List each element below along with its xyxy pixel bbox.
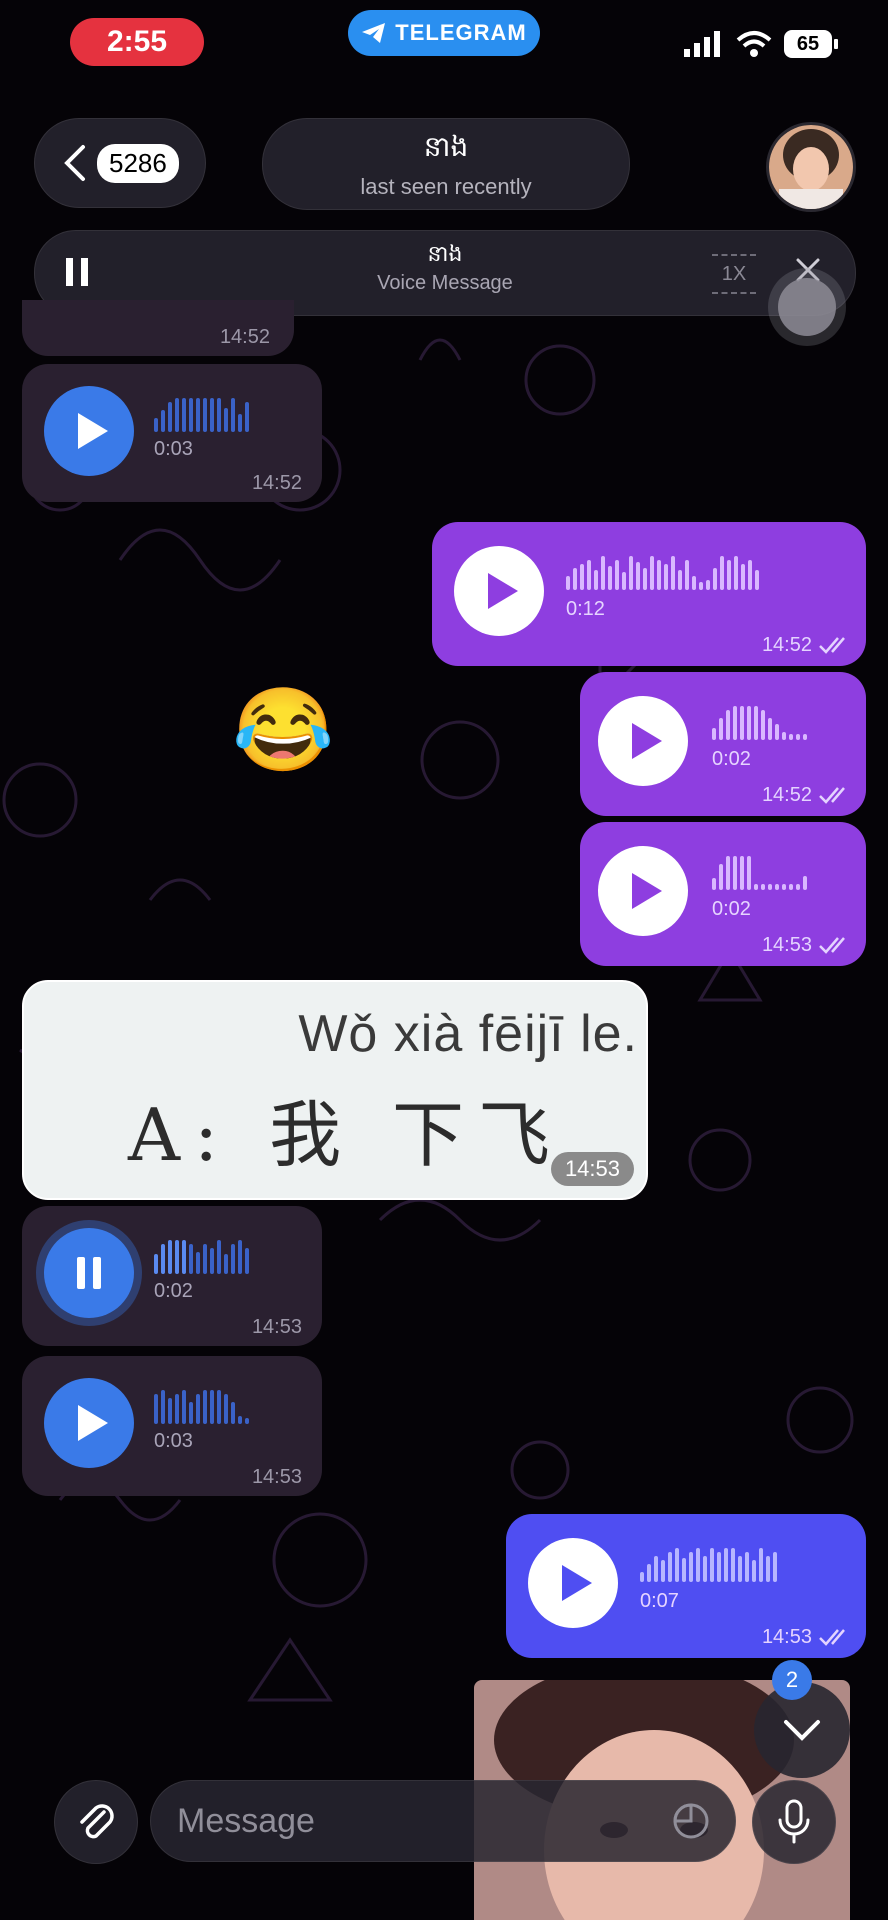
player-subtitle: Voice Message (377, 272, 513, 294)
play-icon (488, 573, 518, 609)
message-time: 14:53 (761, 934, 812, 956)
pause-button[interactable] (44, 1228, 134, 1318)
battery-indicator: 65 (784, 30, 838, 58)
read-check-icon (819, 937, 845, 954)
back-button[interactable]: 5286 (34, 118, 206, 208)
message-time: 14:52 (761, 784, 812, 806)
signal-icon (684, 31, 720, 57)
voice-message-incoming[interactable]: 0:03 14:53 (22, 1356, 322, 1496)
microphone-icon (778, 1799, 810, 1844)
assistive-touch-button[interactable] (778, 278, 836, 336)
play-button[interactable] (44, 1378, 134, 1468)
voice-message-outgoing[interactable]: 0:02 14:52 (580, 672, 866, 816)
contact-name: នាង (423, 130, 469, 162)
app-label: TELEGRAM (395, 20, 527, 45)
read-check-icon (819, 787, 845, 804)
sticker-icon[interactable] (671, 1801, 711, 1841)
battery-level: 65 (796, 32, 820, 55)
message-time: 14:52 (761, 634, 812, 656)
message-time: 14:53 (251, 1316, 302, 1338)
voice-duration: 0:07 (640, 1590, 679, 1612)
pause-icon (77, 1257, 101, 1289)
play-button[interactable] (598, 846, 688, 936)
message-time: 14:53 (550, 1152, 634, 1186)
play-icon (78, 1405, 108, 1441)
message-time: 14:52 (251, 472, 302, 494)
voice-duration: 0:03 (154, 438, 193, 460)
chevron-left-icon (64, 145, 85, 181)
status-time: 2:55 (106, 25, 168, 58)
play-icon (632, 723, 662, 759)
wifi-icon (736, 31, 772, 57)
voice-duration: 0:02 (712, 898, 751, 920)
play-icon (562, 1565, 592, 1601)
avatar[interactable] (766, 122, 856, 212)
chevron-down-icon (784, 1720, 820, 1741)
emoji-message[interactable]: 😂 (232, 690, 334, 772)
message-time: 14:53 (251, 1466, 302, 1488)
play-button[interactable] (528, 1538, 618, 1628)
waveform[interactable] (712, 706, 807, 740)
voice-message-incoming[interactable]: 0:03 14:52 (22, 364, 322, 502)
paperclip-icon (80, 1804, 114, 1839)
play-button[interactable] (598, 696, 688, 786)
waveform[interactable] (566, 556, 759, 590)
voice-duration: 0:12 (566, 598, 605, 620)
waveform[interactable] (154, 1240, 249, 1274)
unread-count-badge: 5286 (97, 143, 179, 183)
play-icon (632, 873, 662, 909)
voice-message-outgoing[interactable]: 0:02 14:53 (580, 822, 866, 966)
pause-icon[interactable] (62, 252, 92, 292)
waveform[interactable] (154, 1390, 249, 1424)
recording-time-pill[interactable]: 2:55 (70, 18, 204, 66)
voice-message-incoming-playing[interactable]: 0:02 14:53 (22, 1206, 322, 1346)
voice-duration: 0:02 (712, 748, 751, 770)
player-title: នាង (427, 241, 463, 266)
app-indicator-pill[interactable]: TELEGRAM (348, 10, 540, 56)
waveform[interactable] (154, 398, 249, 432)
telegram-icon (362, 23, 386, 43)
waveform[interactable] (640, 1548, 777, 1582)
chat-title[interactable]: នាង last seen recently (262, 118, 630, 210)
image-pinyin-text: Wǒ xià fēijī le. (298, 1005, 638, 1063)
message-time: 14:52 (219, 326, 270, 348)
play-button[interactable] (44, 386, 134, 476)
speed-label: 1X (721, 262, 747, 285)
avatar-photo (769, 125, 853, 209)
playback-speed-button[interactable]: 1X (712, 254, 756, 294)
play-icon (78, 413, 108, 449)
microphone-button[interactable] (752, 1780, 836, 1864)
message-input-container[interactable] (150, 1780, 736, 1862)
message-input[interactable] (175, 1800, 599, 1842)
voice-message-outgoing[interactable]: 0:12 14:52 (432, 522, 866, 666)
voice-duration: 0:03 (154, 1430, 193, 1452)
status-icons: 65 (684, 30, 838, 58)
read-check-icon (819, 1629, 845, 1646)
contact-status: last seen recently (360, 173, 532, 199)
voice-message-outgoing[interactable]: 0:07 14:53 (506, 1514, 866, 1658)
read-check-icon (819, 637, 845, 654)
image-message[interactable]: Wǒ xià fēijī le. A: 我 下飞机了 14:53 (22, 980, 648, 1200)
waveform[interactable] (712, 856, 807, 890)
unread-mentions-badge: 2 (772, 1660, 812, 1700)
attach-button[interactable] (54, 1780, 138, 1864)
message-time: 14:53 (761, 1626, 812, 1648)
voice-message-incoming[interactable]: 14:52 (22, 300, 294, 356)
voice-duration: 0:02 (154, 1280, 193, 1302)
play-button[interactable] (454, 546, 544, 636)
